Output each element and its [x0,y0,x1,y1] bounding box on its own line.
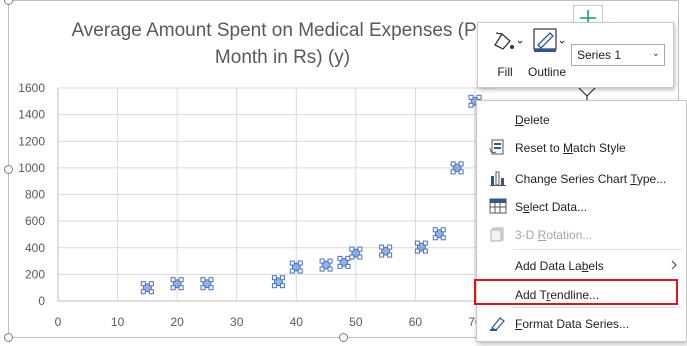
series-select-value: Series 1 [577,48,622,62]
data-point[interactable] [289,260,303,274]
filter-icon [576,85,598,100]
x-tick-label: 0 [55,315,62,329]
y-tick-label: 1000 [18,161,45,175]
select-data-icon [489,198,507,214]
y-tick-label: 1600 [18,81,45,95]
chevron-down-icon: ⌄ [651,48,660,59]
y-tick-label: 0 [38,294,45,308]
menu-item-label: Format Data Series... [515,317,630,331]
menu-item-label: Delete [515,113,550,127]
menu-item-change-chart-type[interactable]: Change Series Chart Type... [477,165,686,191]
reset-style-icon [489,139,504,155]
chart-filters-button[interactable] [573,85,601,100]
fill-label: Fill [497,65,513,79]
rotation-3d-icon [490,227,504,242]
menu-item-label: 3-D Rotation... [515,228,593,242]
y-tick-label: 1200 [18,134,45,148]
menu-item-select-data[interactable]: Select Data... [477,193,686,219]
data-point[interactable] [170,277,184,291]
data-point[interactable] [140,281,154,295]
trendline-highlight-box [474,279,678,305]
chart-type-icon [490,171,506,186]
x-tick-label: 40 [290,315,304,329]
context-menu: Delete Reset to Match Style Change Serie… [476,100,687,342]
data-point[interactable] [450,161,464,175]
menu-item-add-data-labels[interactable]: Add Data Labels [477,252,686,278]
x-tick-label: 30 [230,315,244,329]
menu-item-label: Reset to Match Style [515,141,626,155]
data-point[interactable] [414,240,428,254]
x-tick-label: 10 [111,315,125,329]
menu-item-3d-rotation: 3-D Rotation... [477,221,686,247]
menu-item-label: Add Data Labels [515,259,604,273]
format-series-icon [490,317,505,331]
data-point[interactable] [337,255,351,269]
data-point[interactable] [379,244,393,258]
menu-item-delete[interactable]: Delete [477,106,686,132]
format-mini-toolbar: Fill Outline Series 1 ⌄ [477,22,674,88]
y-tick-label: 200 [25,267,45,281]
outline-label: Outline [527,65,567,79]
menu-item-label: Change Series Chart Type... [515,172,667,186]
x-tick-label: 60 [409,315,423,329]
menu-separator [513,249,682,250]
x-tick-label: 20 [170,315,184,329]
fill-button[interactable]: Fill [484,27,526,83]
menu-separator [513,307,682,308]
data-point[interactable] [319,258,333,272]
series-select[interactable]: Series 1 ⌄ [571,44,665,66]
menu-item-reset-style[interactable]: Reset to Match Style [477,134,686,160]
data-point[interactable] [432,227,446,241]
y-tick-label: 1400 [18,108,45,122]
data-point[interactable] [271,275,285,289]
outline-button[interactable]: Outline [526,27,568,83]
fill-bucket-icon [494,32,523,50]
data-point[interactable] [200,277,214,291]
menu-item-format-data-series[interactable]: Format Data Series... [477,310,686,336]
outline-pen-icon [533,28,565,52]
chevron-right-icon [671,260,677,270]
y-tick-label: 400 [25,241,45,255]
menu-item-label: Select Data... [515,200,588,214]
data-point[interactable] [349,246,363,260]
y-tick-label: 600 [25,214,45,228]
x-tick-label: 50 [349,315,363,329]
y-tick-label: 800 [25,188,45,202]
